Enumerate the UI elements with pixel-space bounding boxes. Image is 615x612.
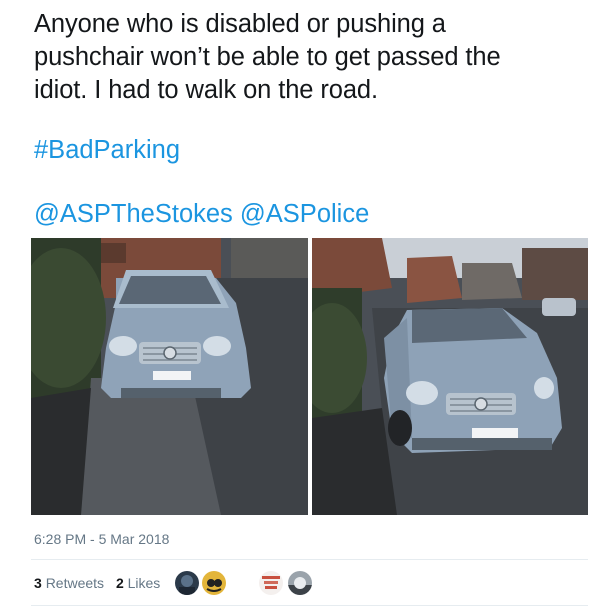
tweet-stats: 3 Retweets 2 Likes bbox=[34, 575, 168, 591]
avatar[interactable] bbox=[258, 570, 284, 596]
avatar[interactable] bbox=[201, 570, 227, 596]
avatar-dark-blue-icon bbox=[175, 571, 199, 595]
mentions: @ASPTheStokes @ASPolice bbox=[34, 198, 369, 231]
retweets-stat[interactable]: 3 Retweets bbox=[34, 575, 104, 591]
avatar-badge-icon bbox=[259, 571, 283, 595]
car-photo-side-image bbox=[312, 238, 588, 515]
likes-label: Likes bbox=[127, 575, 161, 591]
avatar[interactable] bbox=[174, 570, 200, 596]
car-photo-front-image bbox=[31, 238, 308, 515]
retweets-count: 3 bbox=[34, 575, 42, 591]
tweet-text-line: Anyone who is disabled or pushing a bbox=[34, 10, 446, 38]
tweet-photo-side[interactable] bbox=[312, 238, 588, 515]
tweet-text: Anyone who is disabled or pushing a push… bbox=[34, 8, 594, 107]
divider bbox=[31, 605, 588, 606]
likes-count: 2 bbox=[115, 575, 124, 591]
mention-link-as-police[interactable]: @ASPolice bbox=[240, 200, 369, 228]
hashtag-link[interactable]: #BadParking bbox=[34, 134, 180, 167]
tweet-text-line: pushchair won’t be able to get passed th… bbox=[34, 43, 501, 71]
tweet-photo-front[interactable] bbox=[31, 238, 308, 515]
avatar-landscape-icon bbox=[288, 571, 312, 595]
mention-link-asp-the-stokes[interactable]: @ASPTheStokes bbox=[34, 200, 233, 228]
tweet-timestamp[interactable]: 6:28 PM - 5 Mar 2018 bbox=[34, 531, 169, 547]
divider bbox=[31, 559, 588, 560]
tweet-text-line: idiot. I had to walk on the road. bbox=[34, 76, 379, 104]
avatar[interactable] bbox=[287, 570, 313, 596]
avatar-cartoon-icon bbox=[202, 571, 226, 595]
likes-stat[interactable]: 2 Likes bbox=[116, 575, 160, 591]
retweets-label: Retweets bbox=[45, 575, 105, 591]
tweet-media bbox=[31, 238, 588, 515]
